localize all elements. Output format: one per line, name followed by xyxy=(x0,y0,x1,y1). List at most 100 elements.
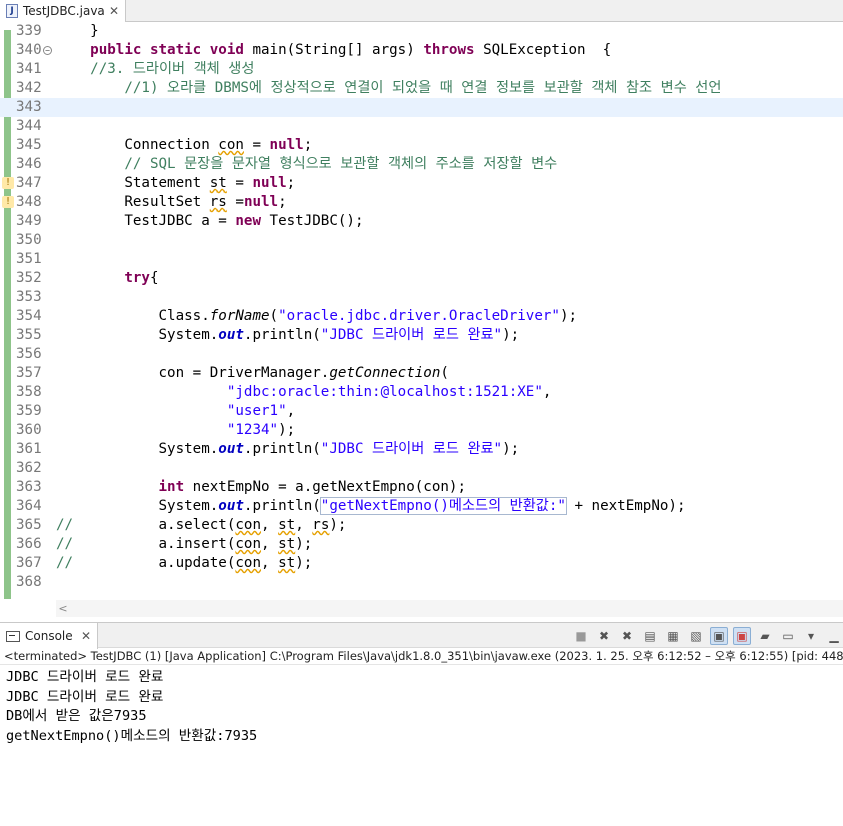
code-token: "jdbc:oracle:thin:@localhost:1521:XE" xyxy=(226,384,543,400)
line-number: 354 xyxy=(16,308,42,324)
line-number: 362 xyxy=(16,460,42,476)
close-icon[interactable]: ✕ xyxy=(109,4,119,18)
code-text: TestJDBC a = new TestJDBC(); xyxy=(56,212,364,231)
code-line[interactable]: 361 System.out.println("JDBC 드라이버 로드 완료"… xyxy=(0,440,843,459)
line-number: 364 xyxy=(16,498,42,514)
code-text: public static void main(String[] args) t… xyxy=(56,41,611,60)
code-line[interactable]: 353 xyxy=(0,288,843,307)
warning-icon[interactable]: ! xyxy=(2,177,14,189)
code-line[interactable]: 357 con = DriverManager.getConnection( xyxy=(0,364,843,383)
code-text: System.out.println("JDBC 드라이버 로드 완료"); xyxy=(56,326,519,345)
code-line[interactable]: 356 xyxy=(0,345,843,364)
code-text: "1234"); xyxy=(56,421,295,440)
console-output-line: DB에서 받은 값은7935 xyxy=(6,708,147,724)
console-output[interactable]: JDBC 드라이버 로드 완료 JDBC 드라이버 로드 완료 DB에서 받은 값은… xyxy=(6,668,836,746)
code-token: , xyxy=(542,384,552,400)
code-token: null xyxy=(269,137,304,153)
line-number: 360 xyxy=(16,422,42,438)
code-token: // xyxy=(56,536,74,552)
code-text: "jdbc:oracle:thin:@localhost:1521:XE", xyxy=(56,383,552,402)
minimize-icon[interactable]: ▁ xyxy=(825,627,843,645)
code-line[interactable]: 362 xyxy=(0,459,843,478)
code-token: ); xyxy=(295,555,313,571)
editor-tab-bar: J TestJDBC.java ✕ xyxy=(0,0,843,22)
code-line[interactable]: 355 System.out.println("JDBC 드라이버 로드 완료"… xyxy=(0,326,843,345)
code-token: con xyxy=(235,555,262,571)
view-menu-icon[interactable]: ▾ xyxy=(802,627,820,645)
code-line[interactable]: 367 // a.update(con, st); xyxy=(0,554,843,573)
code-token: , xyxy=(261,536,279,552)
code-line[interactable]: ! 347 Statement st = null; xyxy=(0,174,843,193)
code-line[interactable]: 359 "user1", xyxy=(0,402,843,421)
code-line[interactable]: 341 //3. 드라이버 객체 생성 xyxy=(0,60,843,79)
code-line[interactable]: 339 } xyxy=(0,22,843,41)
line-number: 350 xyxy=(16,232,42,248)
word-wrap-icon[interactable]: ▧ xyxy=(687,627,705,645)
code-token: a.select( xyxy=(73,517,236,533)
code-line[interactable]: 349 TestJDBC a = new TestJDBC(); xyxy=(0,212,843,231)
tab-console[interactable]: Console ✕ xyxy=(0,623,98,649)
code-line[interactable]: ! 348 ResultSet rs =null; xyxy=(0,193,843,212)
code-line[interactable]: 342 //1) 오라클 DBMS에 정상적으로 연결이 되었을 때 연결 정보… xyxy=(0,79,843,98)
code-token: TestJDBC(); xyxy=(261,213,364,229)
display-console-icon[interactable]: ▭ xyxy=(779,627,797,645)
code-text: //3. 드라이버 객체 생성 xyxy=(56,60,254,79)
code-token: //1) 오라클 DBMS에 정상적으로 연결이 되었을 때 연결 정보를 보관… xyxy=(56,80,722,96)
remove-all-terminated-icon[interactable]: ✖ xyxy=(618,627,636,645)
terminate-icon[interactable]: ■ xyxy=(572,627,590,645)
code-line[interactable]: 343 xyxy=(0,98,843,117)
code-line[interactable]: 351 xyxy=(0,250,843,269)
code-token: null xyxy=(252,175,287,191)
code-token: getConnection xyxy=(329,365,441,381)
horizontal-scrollbar[interactable]: < xyxy=(56,600,843,617)
code-text: System.out.println("JDBC 드라이버 로드 완료"); xyxy=(56,440,519,459)
code-token: ; xyxy=(303,137,313,153)
editor-tab-testjdbc[interactable]: J TestJDBC.java ✕ xyxy=(0,0,126,22)
code-token: , xyxy=(261,555,279,571)
code-line[interactable]: 358 "jdbc:oracle:thin:@localhost:1521:XE… xyxy=(0,383,843,402)
code-line[interactable]: 366 // a.insert(con, st); xyxy=(0,535,843,554)
code-line[interactable]: 352 try{ xyxy=(0,269,843,288)
code-line[interactable]: 346 // SQL 문장을 문자열 형식으로 보관할 객체의 주소를 저장할 … xyxy=(0,155,843,174)
code-line[interactable]: 354 Class.forName("oracle.jdbc.driver.Or… xyxy=(0,307,843,326)
remove-launch-icon[interactable]: ✖ xyxy=(595,627,613,645)
code-editor[interactable]: 339 } 340− public static void main(String… xyxy=(0,22,843,599)
code-line[interactable]: 364 System.out.println("getNextEmpno()메소… xyxy=(0,497,843,516)
close-icon[interactable]: ✕ xyxy=(81,629,91,643)
pin-console-icon[interactable]: ▰ xyxy=(756,627,774,645)
code-line[interactable]: 360 "1234"); xyxy=(0,421,843,440)
line-number: 357 xyxy=(16,365,42,381)
code-token: "JDBC 드라이버 로드 완료" xyxy=(320,441,503,457)
code-line[interactable]: 363 int nextEmpNo = a.getNextEmpno(con); xyxy=(0,478,843,497)
warning-icon[interactable]: ! xyxy=(2,196,14,208)
code-line[interactable]: 350 xyxy=(0,231,843,250)
line-number: 344 xyxy=(16,118,42,134)
code-token: throws xyxy=(423,42,475,58)
code-line[interactable]: 368 xyxy=(0,573,843,592)
code-token: a.insert( xyxy=(73,536,236,552)
code-text: //1) 오라클 DBMS에 정상적으로 연결이 되었을 때 연결 정보를 보관… xyxy=(56,79,721,98)
show-on-stderr-icon[interactable]: ▣ xyxy=(733,627,751,645)
code-token: ResultSet xyxy=(56,194,210,210)
code-token: ( xyxy=(440,365,449,381)
console-tab-title: Console xyxy=(25,629,73,643)
code-token: SQLException { xyxy=(474,42,612,58)
scroll-lock-icon[interactable]: ▦ xyxy=(664,627,682,645)
code-line[interactable]: 340− public static void main(String[] ar… xyxy=(0,41,843,60)
code-token: "oracle.jdbc.driver.OracleDriver" xyxy=(278,308,560,324)
code-line[interactable]: 365 // a.select(con, st, rs); xyxy=(0,516,843,535)
show-on-stdout-icon[interactable]: ▣ xyxy=(710,627,728,645)
code-line[interactable]: 344 xyxy=(0,117,843,136)
fold-collapse-icon[interactable]: − xyxy=(43,46,52,55)
line-number: 366 xyxy=(16,536,42,552)
scroll-left-arrow-icon[interactable]: < xyxy=(56,600,70,617)
code-token: null xyxy=(243,194,279,210)
code-token: ; xyxy=(278,194,287,210)
code-token: , xyxy=(261,517,279,533)
code-token: out xyxy=(218,441,244,457)
clear-console-icon[interactable]: ▤ xyxy=(641,627,659,645)
code-line[interactable]: 345 Connection con = null; xyxy=(0,136,843,155)
code-token: // xyxy=(56,555,74,571)
